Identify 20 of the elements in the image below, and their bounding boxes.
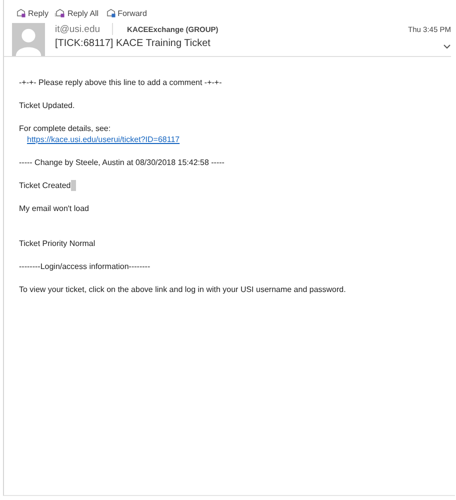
ticket-link[interactable]: https://kace.usi.edu/userui/ticket?ID=68117 — [27, 134, 180, 145]
envelope-icon — [106, 8, 116, 18]
body-text: Ticket Created — [19, 180, 71, 191]
envelope-icon — [16, 8, 26, 18]
body-text: ----- Change by Steele, Austin at 08/30/2018 15:42:58 ----- — [19, 157, 224, 168]
body-text: To view your ticket, click on the above link and log in with your USI username and password. — [19, 284, 346, 295]
chevron-icon[interactable] — [443, 44, 451, 49]
reply-all-button[interactable]: Reply All — [55, 6, 99, 20]
email-subject: [TICK:68117] KACE Training Ticket — [55, 38, 210, 49]
body-text: For complete details, see: — [19, 123, 111, 134]
sender-address: it@usi.edu — [55, 24, 100, 34]
envelope-icon — [55, 8, 66, 18]
avatar-icon — [12, 23, 45, 56]
body-text: --------Login/access information-------- — [19, 261, 150, 272]
forward-button[interactable]: Forward — [106, 6, 147, 20]
reply-button[interactable]: Reply — [16, 6, 48, 20]
body-text: Ticket Updated. — [19, 100, 75, 111]
body-text: My email won't load — [19, 203, 89, 214]
body-text: -+-+- Please reply above this line to add a comment -+-+- — [19, 77, 222, 88]
body-text: Ticket Priority Normal — [19, 238, 96, 249]
